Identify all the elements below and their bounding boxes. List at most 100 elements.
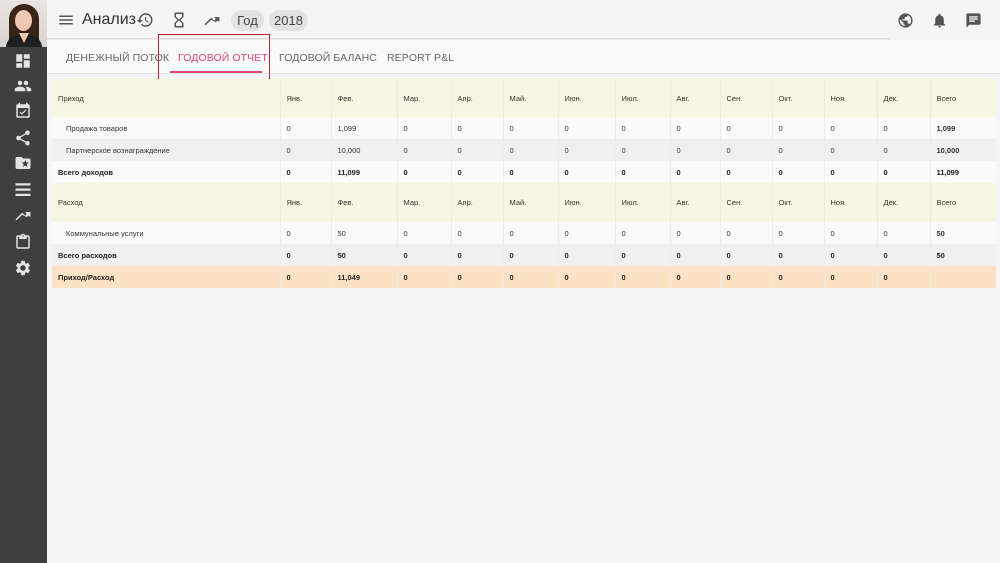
tab-annual-balance[interactable]: ГОДОВОЙ БАЛАНС xyxy=(279,52,377,64)
table-cell: 0 xyxy=(558,139,616,161)
table-cell: 0 xyxy=(397,139,452,161)
month-header: Июн. xyxy=(558,183,616,222)
month-header: Дек. xyxy=(877,79,931,117)
table-cell: 0 xyxy=(824,139,878,161)
table-cell: 0 xyxy=(670,244,721,266)
table-cell: 0 xyxy=(615,266,671,288)
month-header: Апр. xyxy=(451,183,504,222)
table-cell: 0 xyxy=(397,266,452,288)
table-cell: 0 xyxy=(451,222,504,244)
row-label: Партнерское вознаграждение xyxy=(52,139,281,161)
table-cell: 0 xyxy=(824,266,878,288)
table-cell: 11,099 xyxy=(331,161,398,183)
avatar[interactable] xyxy=(0,0,47,47)
table-cell: 0 xyxy=(397,244,452,266)
month-header: Янв. xyxy=(280,183,332,222)
settings-icon[interactable] xyxy=(13,258,33,278)
history-icon[interactable] xyxy=(135,10,155,30)
table-cell: 0 xyxy=(877,161,931,183)
table-cell: 10,000 xyxy=(331,139,398,161)
month-header: Июл. xyxy=(615,183,671,222)
row-label: Продажа товаров xyxy=(52,117,281,139)
page-title: Анализ xyxy=(82,11,137,28)
row-total: 50 xyxy=(930,222,996,244)
table-cell: 0 xyxy=(824,161,878,183)
table-cell: 0 xyxy=(280,266,332,288)
clipboard-icon[interactable] xyxy=(13,232,33,252)
annual-report-table: Приход Янв. Фев. Мар. Апр. Май. Июн. Июл. Авг. Се… xyxy=(52,79,996,288)
folder-star-icon[interactable] xyxy=(13,153,33,173)
share-icon[interactable] xyxy=(13,128,33,148)
table-cell: 0 xyxy=(877,266,931,288)
tab-report-pl[interactable]: REPORT P&L xyxy=(387,52,454,64)
month-header: Май. xyxy=(503,183,559,222)
table-cell: 50 xyxy=(331,222,398,244)
table-cell: 0 xyxy=(503,117,559,139)
month-header: Апр. xyxy=(451,79,504,117)
table-header-row: Расход Янв. Фев. Мар. Апр. Май. Июн. Июл. Авг. Се… xyxy=(52,183,996,222)
dashboard-icon[interactable] xyxy=(13,51,33,71)
row-total: 1,099 xyxy=(930,117,996,139)
section-label: Расход xyxy=(52,183,281,222)
table-cell: 0 xyxy=(451,139,504,161)
tab-cash-flow[interactable]: ДЕНЕЖНЫЙ ПОТОК xyxy=(66,52,169,64)
table-cell: 0 xyxy=(280,117,332,139)
table-cell: 0 xyxy=(824,117,878,139)
month-header: Авг. xyxy=(670,183,721,222)
table-cell: 0 xyxy=(720,266,773,288)
row-label: Всего расходов xyxy=(52,244,281,266)
table-cell: 0 xyxy=(451,161,504,183)
menu-icon[interactable] xyxy=(56,10,76,30)
table-cell: 50 xyxy=(331,244,398,266)
row-total xyxy=(930,266,996,288)
table-cell: 0 xyxy=(772,139,825,161)
period-chip[interactable]: Год xyxy=(231,10,264,31)
list-icon[interactable] xyxy=(13,180,33,200)
table-cell: 0 xyxy=(280,222,332,244)
row-label: Всего доходов xyxy=(52,161,281,183)
table-cell: 0 xyxy=(503,139,559,161)
month-header: Мар. xyxy=(397,79,452,117)
month-header: Фев. xyxy=(331,183,398,222)
table-cell: 0 xyxy=(720,222,773,244)
row-label: Коммунальные услуги xyxy=(52,222,281,244)
expense-total-row: Всего расходов 0 50 0 0 0 0 0 0 0 0 0 0 50 xyxy=(52,244,996,266)
hourglass-icon[interactable] xyxy=(169,10,189,30)
table-cell: 0 xyxy=(877,222,931,244)
table-cell: 0 xyxy=(558,222,616,244)
table-cell: 0 xyxy=(503,222,559,244)
table-cell: 0 xyxy=(397,117,452,139)
bell-icon[interactable] xyxy=(930,11,948,29)
sidebar xyxy=(0,0,47,563)
table-cell: 0 xyxy=(720,161,773,183)
table-row: Партнерское вознаграждение 0 10,000 0 0 0 0 0 0 0… xyxy=(52,139,996,161)
globe-icon[interactable] xyxy=(896,11,914,29)
calendar-check-icon[interactable] xyxy=(13,101,33,121)
month-header: Ноя. xyxy=(824,79,878,117)
month-header: Июн. xyxy=(558,79,616,117)
row-label: Приход/Расход xyxy=(52,266,281,288)
table-cell: 0 xyxy=(824,222,878,244)
month-header: Фев. xyxy=(331,79,398,117)
row-total: 50 xyxy=(930,244,996,266)
analytics-icon[interactable] xyxy=(13,205,33,225)
table-row: Коммунальные услуги 0 50 0 0 0 0 0 0 0 0 0 0 50 xyxy=(52,222,996,244)
table-cell: 0 xyxy=(397,161,452,183)
table-cell: 0 xyxy=(772,161,825,183)
table-cell: 0 xyxy=(670,161,721,183)
table-cell: 0 xyxy=(503,266,559,288)
trend-icon[interactable] xyxy=(202,10,222,30)
table-row: Продажа товаров 0 1,099 0 0 0 0 0 0 0 0 0 0 1,099 xyxy=(52,117,996,139)
chat-icon[interactable] xyxy=(964,11,982,29)
month-header: Сен. xyxy=(720,79,773,117)
month-header: Июл. xyxy=(615,79,671,117)
table-cell: 0 xyxy=(615,222,671,244)
month-header: Окт. xyxy=(772,79,825,117)
table-cell: 0 xyxy=(615,117,671,139)
table-cell: 0 xyxy=(615,139,671,161)
people-icon[interactable] xyxy=(13,76,33,96)
income-total-row: Всего доходов 0 11,099 0 0 0 0 0 0 0 0 0 0 11,099 xyxy=(52,161,996,183)
table-cell: 0 xyxy=(558,244,616,266)
table-cell: 0 xyxy=(280,244,332,266)
year-chip[interactable]: 2018 xyxy=(269,10,308,31)
